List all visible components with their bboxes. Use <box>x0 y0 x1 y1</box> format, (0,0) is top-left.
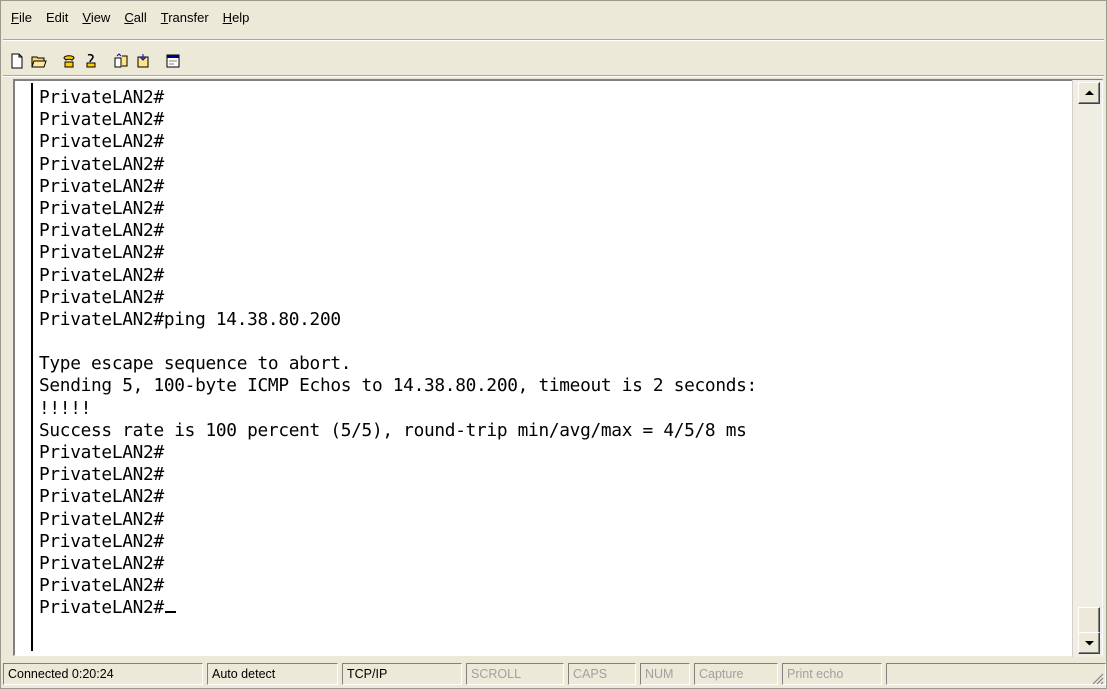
menu-separator <box>3 39 1104 41</box>
terminal-screen[interactable]: PrivateLAN2# PrivateLAN2# PrivateLAN2# P… <box>31 83 1071 651</box>
disconnect-icon[interactable] <box>81 51 101 71</box>
terminal-line: PrivateLAN2# <box>39 109 164 131</box>
terminal-line: PrivateLAN2# <box>39 87 164 108</box>
terminal-line: PrivateLAN2# <box>39 552 164 574</box>
receive-icon[interactable] <box>133 51 153 71</box>
terminal-line: PrivateLAN2# <box>39 442 164 463</box>
terminal-line: Success rate is 100 percent (5/5), round… <box>39 419 747 441</box>
properties-icon[interactable] <box>163 51 183 71</box>
toolbar-separator <box>3 75 1104 77</box>
terminal-line: PrivateLAN2# <box>39 153 164 175</box>
status-connected-time: Connected 0:20:24 <box>3 663 203 685</box>
resize-grip-icon[interactable] <box>1090 671 1104 685</box>
status-capture: Capture <box>694 663 778 685</box>
menu-call[interactable]: Call <box>118 8 154 28</box>
vertical-scrollbar[interactable] <box>1072 80 1102 657</box>
terminal-line: PrivateLAN2# <box>39 508 164 530</box>
terminal-line: PrivateLAN2# <box>39 197 164 219</box>
open-icon[interactable] <box>29 51 49 71</box>
status-scroll: SCROLL <box>466 663 564 685</box>
terminal-line: PrivateLAN2# <box>39 464 164 486</box>
connect-icon[interactable] <box>59 51 79 71</box>
status-print-echo: Print echo <box>782 663 882 685</box>
terminal-line: PrivateLAN2# <box>39 175 164 197</box>
terminal-line: !!!!! <box>39 397 92 419</box>
terminal-line: PrivateLAN2# <box>39 220 164 242</box>
menu-view[interactable]: View <box>76 8 118 28</box>
terminal-line: PrivateLAN2# <box>39 264 164 286</box>
status-detect: Auto detect <box>207 663 338 685</box>
scroll-up-button[interactable] <box>1078 82 1100 104</box>
menu-edit[interactable]: Edit <box>40 8 76 28</box>
scroll-down-button[interactable] <box>1078 632 1100 654</box>
terminal-line: PrivateLAN2# <box>39 242 164 264</box>
status-empty <box>886 663 1106 685</box>
menu-file[interactable]: File <box>5 8 40 28</box>
status-caps: CAPS <box>568 663 636 685</box>
status-num: NUM <box>640 663 690 685</box>
menu-help[interactable]: Help <box>217 8 258 28</box>
terminal-line: PrivateLAN2# <box>39 486 164 508</box>
arrow-down-icon <box>1084 641 1094 646</box>
terminal-line: Sending 5, 100-byte ICMP Echos to 14.38.… <box>39 375 757 397</box>
hyperterminal-window: File Edit View Call Transfer Help Privat… <box>0 0 1107 689</box>
terminal-frame: PrivateLAN2# PrivateLAN2# PrivateLAN2# P… <box>13 79 1103 656</box>
text-cursor <box>164 611 176 614</box>
terminal-line: PrivateLAN2# <box>39 575 164 597</box>
send-icon[interactable] <box>111 51 131 71</box>
new-icon[interactable] <box>7 51 27 71</box>
menu-transfer[interactable]: Transfer <box>155 8 217 28</box>
menu-bar: File Edit View Call Transfer Help <box>5 7 257 29</box>
terminal-prompt-line: PrivateLAN2# <box>39 597 1071 619</box>
terminal-prompt: PrivateLAN2# <box>39 597 164 619</box>
toolbar <box>7 49 191 73</box>
terminal-line: PrivateLAN2# <box>39 530 164 552</box>
terminal-line: PrivateLAN2# <box>39 286 164 308</box>
terminal-line: PrivateLAN2#ping 14.38.80.200 <box>39 308 341 330</box>
terminal-line: PrivateLAN2# <box>39 131 164 153</box>
status-protocol: TCP/IP <box>342 663 462 685</box>
terminal-line: Type escape sequence to abort. <box>39 353 352 375</box>
arrow-up-icon <box>1084 90 1094 95</box>
status-bar: Connected 0:20:24 Auto detect TCP/IP SCR… <box>3 661 1106 687</box>
